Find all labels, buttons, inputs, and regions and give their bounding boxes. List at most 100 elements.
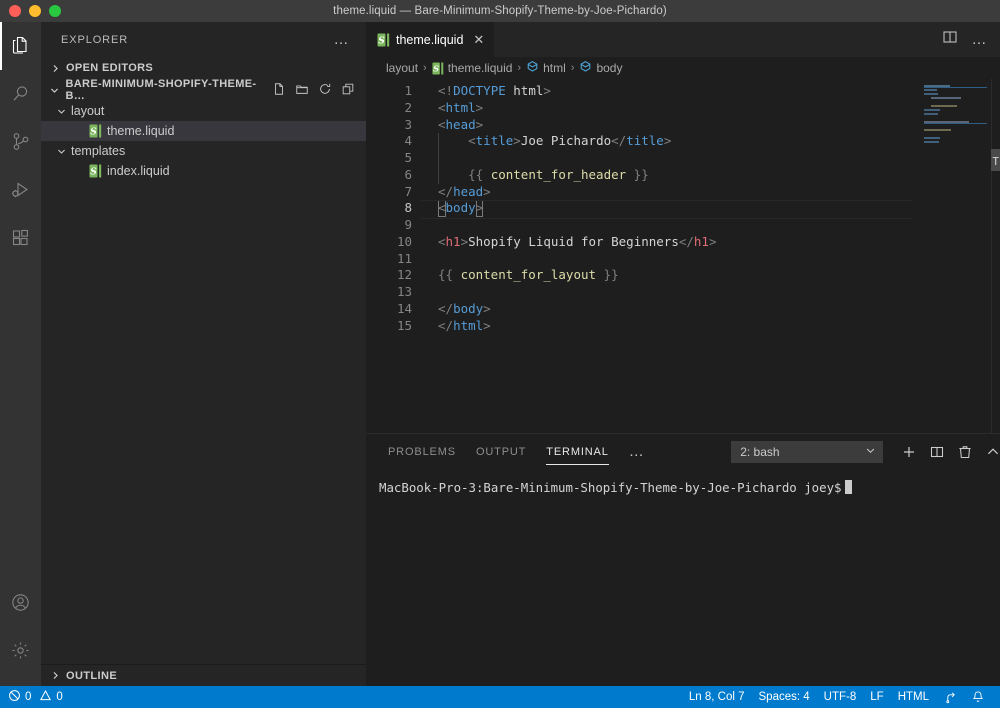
line-content bbox=[412, 150, 912, 167]
run-and-debug-icon[interactable] bbox=[0, 166, 41, 214]
activity-bar bbox=[0, 22, 41, 686]
line-content: </head> bbox=[438, 183, 491, 199]
minimize-window-button[interactable] bbox=[29, 5, 41, 17]
tab-theme-liquid[interactable]: S theme.liquid ✕ bbox=[366, 22, 495, 57]
line-content bbox=[412, 217, 912, 234]
line-number: 11 bbox=[396, 250, 412, 266]
chevron-right-icon bbox=[47, 64, 63, 73]
tree-folder-layout[interactable]: layout bbox=[41, 101, 366, 121]
line-content: </body> bbox=[438, 300, 491, 316]
close-icon[interactable]: ✕ bbox=[473, 33, 484, 46]
line-number: 10 bbox=[396, 233, 412, 249]
terminal-output[interactable]: MacBook-Pro-3:Bare-Minimum-Shopify-Theme… bbox=[366, 469, 1000, 686]
refresh-icon[interactable] bbox=[318, 82, 332, 99]
status-language-mode[interactable]: HTML bbox=[891, 686, 936, 708]
section-project-root[interactable]: BARE-MINIMUM-SHOPIFY-THEME-B… bbox=[41, 78, 366, 102]
tree-folder-label: templates bbox=[71, 144, 126, 158]
code-lines[interactable]: 1 <!DOCTYPE html> 2 <html> 3 <head> 4 <t… bbox=[366, 79, 912, 334]
symbol-field-icon bbox=[579, 60, 592, 76]
line-content bbox=[412, 251, 912, 268]
tab-output[interactable]: OUTPUT bbox=[466, 434, 536, 469]
tab-problems[interactable]: PROBLEMS bbox=[378, 434, 466, 469]
sidebar-more-actions-icon[interactable]: … bbox=[326, 32, 359, 47]
collapse-all-icon[interactable] bbox=[341, 82, 355, 99]
section-outline[interactable]: OUTLINE bbox=[41, 664, 366, 686]
line-number: 8 bbox=[404, 200, 412, 216]
line-number: 6 bbox=[404, 166, 412, 182]
new-file-icon[interactable] bbox=[272, 82, 286, 99]
bell-icon[interactable] bbox=[964, 686, 992, 708]
svg-text:S: S bbox=[378, 36, 385, 46]
sidebar-empty-area bbox=[41, 181, 366, 664]
breadcrumb-item-html[interactable]: html bbox=[526, 60, 566, 76]
status-line-col[interactable]: Ln 8, Col 7 bbox=[682, 686, 752, 708]
tree-folder-templates[interactable]: templates bbox=[41, 141, 366, 161]
line-number: 4 bbox=[404, 133, 412, 149]
code-editor[interactable]: 1 <!DOCTYPE html> 2 <html> 3 <head> 4 <t… bbox=[366, 79, 912, 433]
chevron-right-icon bbox=[47, 671, 63, 680]
editor-area[interactable]: 1 <!DOCTYPE html> 2 <html> 3 <head> 4 <t… bbox=[366, 79, 1000, 433]
terminal-select[interactable]: 2: bash bbox=[731, 440, 884, 463]
line-content: {{ content_for_header }} bbox=[412, 166, 912, 184]
sidebar: EXPLORER … OPEN EDITORS BARE-MINIMUM-SHO… bbox=[41, 22, 366, 686]
tab-bar: S theme.liquid ✕ … bbox=[366, 22, 1000, 57]
line-number: 9 bbox=[404, 217, 412, 232]
line-content: <html> bbox=[438, 99, 484, 115]
chevron-down-icon bbox=[55, 107, 67, 116]
liquid-file-icon: S bbox=[89, 124, 102, 138]
maximize-panel-icon[interactable] bbox=[979, 438, 1000, 466]
explorer-icon[interactable] bbox=[0, 22, 41, 70]
line-number: 12 bbox=[396, 267, 412, 283]
section-open-editors[interactable]: OPEN EDITORS bbox=[41, 57, 366, 79]
line-content: </html> bbox=[438, 317, 491, 333]
manage-gear-icon[interactable] bbox=[0, 626, 41, 674]
breadcrumb-label: layout bbox=[386, 61, 419, 75]
terminal-select-value: 2: bash bbox=[740, 444, 780, 459]
terminal-cursor bbox=[844, 480, 852, 494]
code-line: 15 </html> bbox=[366, 318, 912, 335]
breadcrumb-item-layout[interactable]: layout bbox=[386, 61, 418, 75]
status-eol[interactable]: LF bbox=[863, 686, 890, 708]
status-indentation[interactable]: Spaces: 4 bbox=[752, 686, 817, 708]
panel-more-icon[interactable]: … bbox=[619, 444, 656, 459]
search-icon[interactable] bbox=[0, 70, 41, 118]
tree-file-label: theme.liquid bbox=[107, 124, 175, 138]
feedback-icon[interactable] bbox=[936, 686, 964, 708]
svg-text:S: S bbox=[90, 167, 97, 177]
tab-terminal[interactable]: TERMINAL bbox=[536, 434, 618, 469]
split-editor-icon[interactable] bbox=[942, 29, 958, 50]
line-content: {{ content_for_layout }} bbox=[438, 267, 619, 283]
status-bar: 0 0 Ln 8, Col 7 Spaces: 4 UTF-8 LF HTML bbox=[0, 686, 1000, 708]
line-content: <body> bbox=[438, 200, 484, 217]
accounts-icon[interactable] bbox=[0, 578, 41, 626]
maximize-window-button[interactable] bbox=[49, 5, 61, 17]
svg-text:S: S bbox=[90, 127, 97, 137]
breadcrumb-separator-icon: › bbox=[517, 62, 522, 74]
error-icon bbox=[8, 689, 21, 705]
new-terminal-icon[interactable] bbox=[895, 438, 923, 466]
line-content: <title>Joe Pichardo</title> bbox=[412, 133, 912, 150]
code-line: 13 bbox=[366, 284, 912, 301]
kill-terminal-icon[interactable] bbox=[951, 438, 979, 466]
status-problems[interactable]: 0 0 bbox=[0, 686, 70, 708]
source-control-icon[interactable] bbox=[0, 118, 41, 166]
breadcrumb-item-theme-liquid[interactable]: S theme.liquid bbox=[432, 61, 512, 75]
panel-header: PROBLEMS OUTPUT TERMINAL … 2: bash bbox=[366, 434, 1000, 469]
split-terminal-icon[interactable] bbox=[923, 438, 951, 466]
line-number: 13 bbox=[396, 284, 412, 299]
symbol-field-icon bbox=[526, 60, 539, 76]
line-number: 1 bbox=[404, 83, 412, 98]
close-window-button[interactable] bbox=[9, 5, 21, 17]
window-controls[interactable] bbox=[0, 5, 61, 17]
breadcrumb-item-body[interactable]: body bbox=[579, 60, 622, 76]
minimap[interactable]: T bbox=[912, 79, 1000, 433]
tree-file-theme-liquid[interactable]: S theme.liquid bbox=[41, 121, 366, 141]
extensions-icon[interactable] bbox=[0, 214, 41, 262]
new-folder-icon[interactable] bbox=[295, 82, 309, 99]
editor-column: S theme.liquid ✕ … layout › S theme.liqu… bbox=[366, 22, 1000, 686]
status-encoding[interactable]: UTF-8 bbox=[817, 686, 864, 708]
chevron-down-icon bbox=[55, 147, 67, 156]
more-actions-icon[interactable]: … bbox=[972, 32, 989, 47]
breadcrumb-separator-icon: › bbox=[570, 62, 575, 74]
tree-file-index-liquid[interactable]: S index.liquid bbox=[41, 161, 366, 181]
